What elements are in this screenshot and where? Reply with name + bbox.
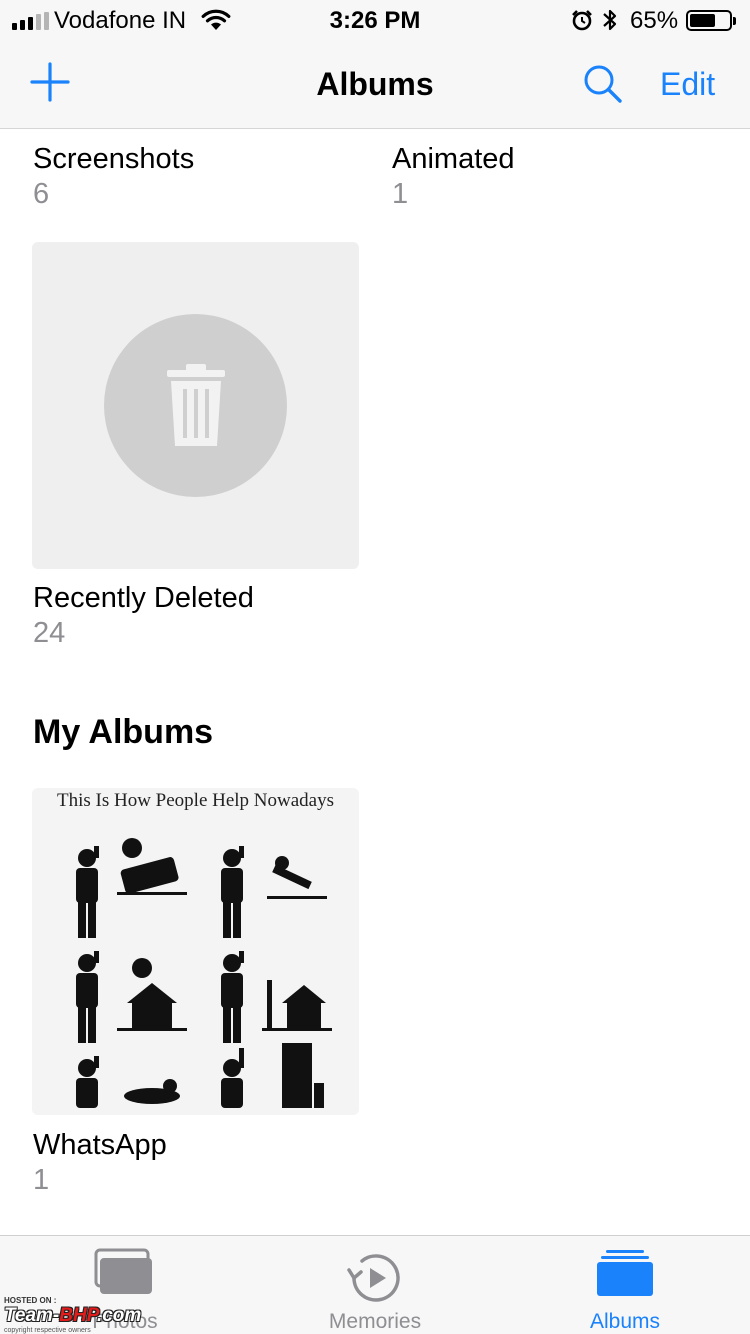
album-count-screenshots: 6 — [33, 178, 50, 210]
watermark-hosted-on: HOSTED ON : — [4, 1296, 57, 1305]
album-name-whatsapp[interactable]: WhatsApp — [33, 1129, 167, 1162]
album-count-animated: 1 — [392, 178, 409, 210]
tab-memories[interactable]: Memories — [250, 1236, 500, 1334]
recently-deleted-thumbnail[interactable] — [32, 242, 359, 569]
album-count-whatsapp: 1 — [33, 1164, 50, 1196]
recently-deleted-badge — [104, 314, 287, 497]
stick-figures-image — [32, 828, 359, 1115]
section-title-my-albums: My Albums — [33, 713, 214, 751]
albums-icon — [597, 1250, 653, 1296]
album-name-animated[interactable]: Animated — [392, 143, 515, 176]
photos-icon — [94, 1248, 152, 1294]
album-name-recently-deleted[interactable]: Recently Deleted — [33, 582, 254, 615]
album-name-screenshots[interactable]: Screenshots — [33, 143, 194, 176]
thumbnail-caption: This Is How People Help Nowadays — [56, 790, 335, 811]
album-count-recently-deleted: 24 — [33, 617, 66, 649]
watermark-copyright: copyright respective owners — [4, 1327, 91, 1334]
battery-icon — [686, 10, 736, 31]
bluetooth-icon — [601, 7, 619, 38]
edit-button[interactable]: Edit — [660, 66, 715, 103]
search-button[interactable] — [583, 64, 623, 109]
tab-albums-label: Albums — [589, 1310, 661, 1333]
memories-icon — [347, 1254, 400, 1302]
search-icon — [584, 65, 622, 103]
tab-memories-label: Memories — [328, 1310, 422, 1333]
site-watermark: HOSTED ON : Team-BHP.com copyright respe… — [4, 1296, 194, 1334]
tab-albums[interactable]: Albums — [500, 1236, 750, 1334]
whatsapp-album-thumbnail[interactable]: This Is How People Help Nowadays — [32, 788, 359, 1115]
battery-percent: 65% — [630, 7, 679, 34]
status-bar: Vodafone IN 3:26 PM 65% — [0, 0, 750, 40]
navigation-bar: Albums Edit — [0, 40, 750, 129]
page-title: Albums — [316, 66, 434, 102]
trash-icon — [167, 364, 225, 446]
albums-content[interactable]: Screenshots 6 Animated 1 Recently Delete… — [0, 129, 750, 1235]
alarm-icon — [571, 9, 593, 36]
watermark-brand: Team-BHP.com — [4, 1305, 142, 1326]
